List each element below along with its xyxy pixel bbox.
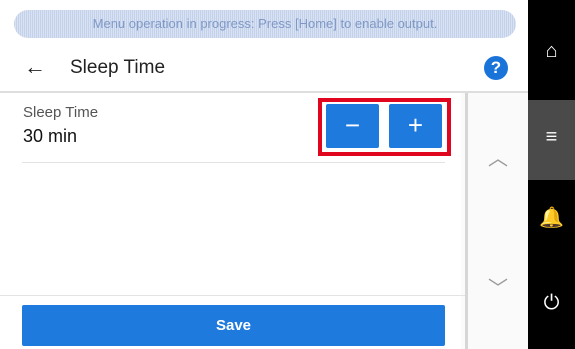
- header-divider: [0, 91, 528, 93]
- page-title: Sleep Time: [70, 57, 166, 78]
- side-navigation: ⌂ ≡ 🔔 ⏻: [528, 0, 575, 349]
- decrease-button[interactable]: −: [326, 104, 379, 148]
- status-banner: Menu operation in progress: Press [Home]…: [14, 10, 516, 38]
- scroll-column: [461, 93, 528, 349]
- setting-label: Sleep Time: [23, 104, 99, 121]
- setting-value: 30 min: [23, 126, 78, 146]
- menu-button[interactable]: ≡: [528, 100, 575, 180]
- back-arrow-icon[interactable]: ←: [24, 52, 46, 82]
- bell-icon: 🔔: [539, 207, 564, 229]
- notifications-button[interactable]: 🔔: [528, 183, 575, 263]
- row-divider: [22, 162, 445, 163]
- power-icon: ⏻: [543, 292, 560, 314]
- menu-icon: ≡: [545, 126, 558, 148]
- power-button[interactable]: ⏻: [528, 266, 575, 346]
- footer-divider: [0, 295, 465, 296]
- help-icon[interactable]: ?: [484, 56, 508, 80]
- scrollbar[interactable]: [465, 93, 468, 349]
- header: ← Sleep Time ?: [0, 48, 528, 88]
- home-button[interactable]: ⌂: [528, 18, 575, 98]
- increase-button[interactable]: +: [389, 104, 442, 148]
- save-button[interactable]: Save: [22, 305, 445, 346]
- scroll-up-icon[interactable]: ︿: [488, 142, 508, 171]
- home-icon: ⌂: [545, 40, 558, 62]
- scroll-down-icon[interactable]: ﹀: [488, 272, 508, 301]
